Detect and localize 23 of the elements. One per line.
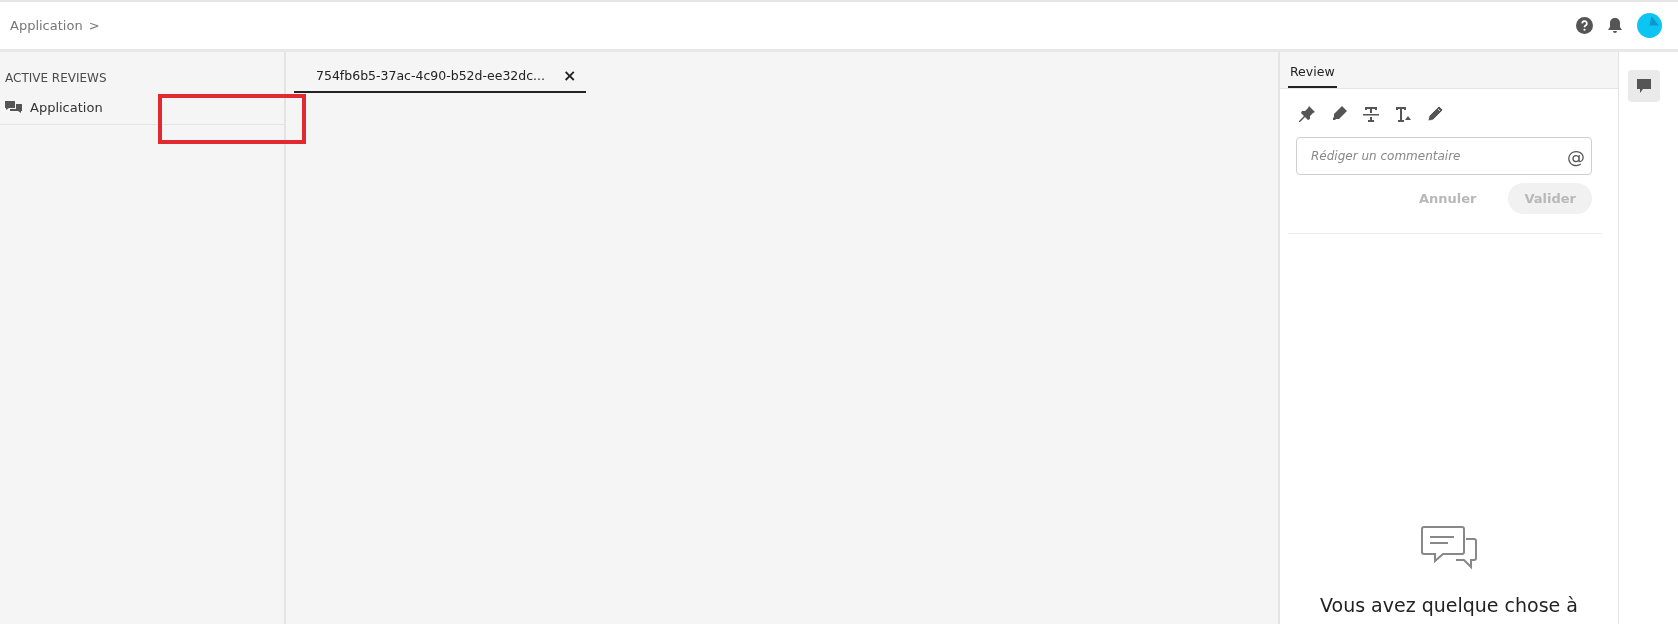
mention-button[interactable]: @	[1567, 145, 1585, 167]
comment-field[interactable]: Rédiger un commentaire @	[1296, 137, 1592, 175]
highlighter-icon[interactable]	[1330, 105, 1348, 123]
chat-icon	[5, 99, 22, 115]
pencil-icon[interactable]	[1426, 105, 1444, 123]
bell-icon[interactable]	[1607, 17, 1623, 34]
breadcrumb-separator: >	[88, 18, 100, 33]
tab-title[interactable]: 754fb6b5-37ac-4c90-b52d-ee32dc...	[316, 68, 546, 83]
review-tab[interactable]: Review	[1288, 64, 1337, 88]
comments-button[interactable]	[1628, 70, 1660, 102]
empty-state-message: Vous avez quelque chose à	[1320, 594, 1578, 616]
comment-icon	[1636, 78, 1652, 94]
help-icon[interactable]	[1576, 17, 1593, 34]
pin-icon[interactable]	[1298, 105, 1316, 123]
document-tab[interactable]: 754fb6b5-37ac-4c90-b52d-ee32dc... ×	[294, 60, 587, 93]
comments-icon	[1421, 526, 1477, 570]
close-icon[interactable]: ×	[563, 66, 577, 85]
breadcrumb-link[interactable]: Application	[10, 18, 83, 33]
avatar[interactable]	[1637, 13, 1662, 38]
strikethrough-icon[interactable]	[1362, 105, 1380, 123]
text-insert-icon[interactable]	[1394, 105, 1412, 123]
review-item[interactable]: Application	[30, 99, 103, 115]
sidebar-heading: ACTIVE REVIEWS	[4, 70, 108, 87]
